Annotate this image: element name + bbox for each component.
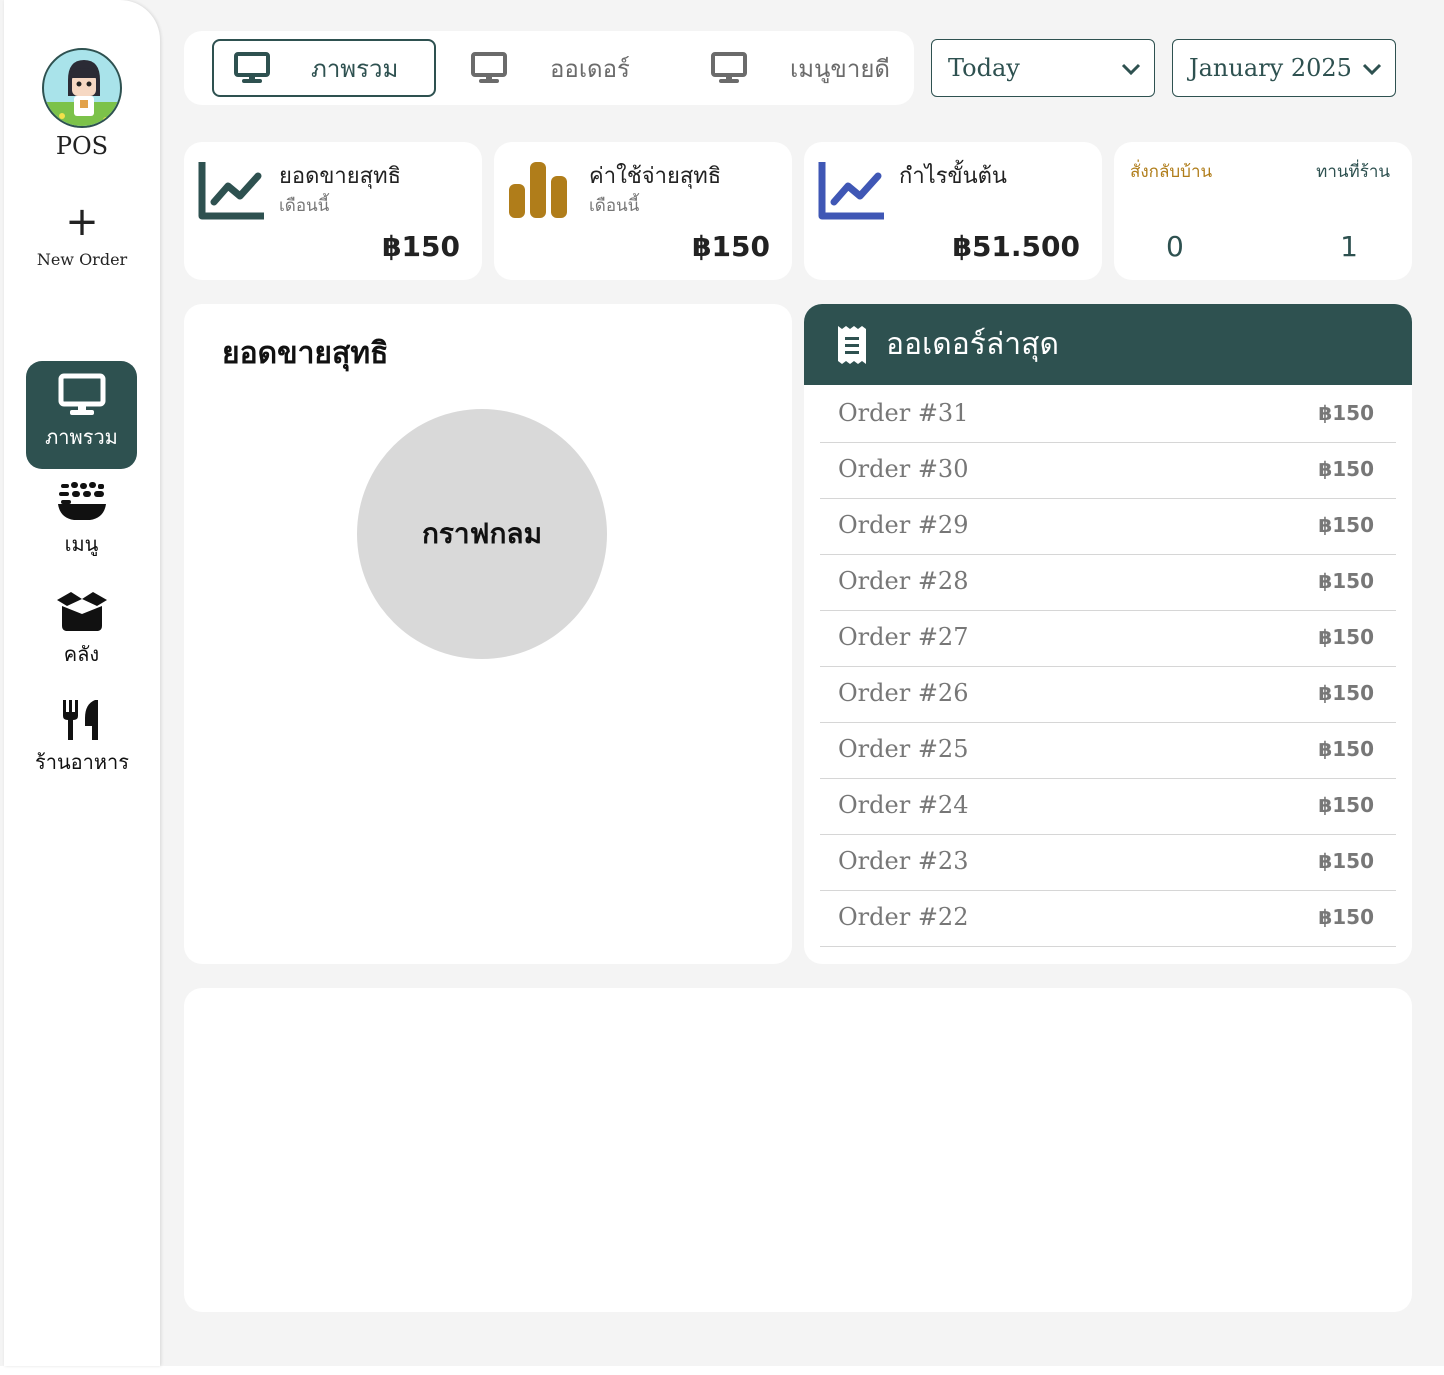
chevron-down-icon: [1362, 63, 1382, 76]
box-open-icon: [56, 592, 107, 631]
sidebar: POS + New Order ภาพรวม เมนู คลัง ร้านอาห…: [4, 0, 160, 1366]
period-select-value: Today: [948, 54, 1020, 82]
stat-subtitle: เดือนนี้: [279, 196, 330, 216]
stat-value: ฿150: [382, 230, 460, 263]
takeaway-count: 0: [1166, 230, 1184, 263]
month-select[interactable]: January 2025: [1172, 39, 1396, 97]
nav-item-label: คลัง: [63, 642, 100, 666]
new-order-label: New Order: [36, 250, 128, 269]
monitor-icon: [711, 52, 747, 83]
order-row[interactable]: Order #22 ฿150: [820, 891, 1396, 947]
tab-orders[interactable]: ออเดอร์: [470, 39, 670, 97]
app: POS + New Order ภาพรวม เมนู คลัง ร้านอาห…: [0, 0, 1444, 1366]
stat-subtitle: เดือนนี้: [589, 196, 640, 216]
order-name: Order #27: [838, 623, 969, 651]
chart-line-icon: [818, 162, 884, 220]
order-name: Order #30: [838, 455, 969, 483]
tab-best-sellers[interactable]: เมนูขายดี: [710, 39, 910, 97]
order-price: ฿150: [1318, 737, 1374, 761]
order-row[interactable]: Order #28 ฿150: [820, 555, 1396, 611]
nav-item-restaurant[interactable]: ร้านอาหาร: [23, 698, 141, 806]
order-name: Order #23: [838, 847, 969, 875]
order-row[interactable]: Order #27 ฿150: [820, 611, 1396, 667]
order-price: ฿150: [1318, 905, 1374, 929]
bottom-panel: [184, 988, 1412, 1312]
chart-bar-icon: [509, 162, 567, 218]
order-name: Order #26: [838, 679, 969, 707]
latest-orders-panel: ออเดอร์ล่าสุด Order #31 ฿150 Order #30 ฿150…: [804, 304, 1412, 964]
chart-line-icon: [198, 162, 264, 220]
nav-item-label: ร้านอาหาร: [34, 750, 130, 774]
stat-card-net-expenses: ค่าใช้จ่ายสุทธิ เดือนนี้ ฿150: [494, 142, 792, 280]
order-price: ฿150: [1318, 569, 1374, 593]
brand-name: POS: [55, 132, 109, 160]
month-select-value: January 2025: [1189, 54, 1352, 82]
order-price: ฿150: [1318, 849, 1374, 873]
tab-label: ออเดอร์: [550, 54, 630, 83]
dine-in-count: 1: [1340, 230, 1358, 263]
order-name: Order #24: [838, 791, 969, 819]
view-tabs: ภาพรวม ออเดอร์ เมนูขายดี: [184, 31, 914, 105]
monitor-icon: [471, 52, 507, 83]
stat-title: ค่าใช้จ่ายสุทธิ: [589, 164, 722, 189]
takeaway-label: สั่งกลับบ้าน: [1130, 162, 1213, 182]
nav-item-inventory[interactable]: คลัง: [26, 590, 137, 698]
order-price: ฿150: [1318, 401, 1374, 425]
order-row[interactable]: Order #29 ฿150: [820, 499, 1396, 555]
order-name: Order #22: [838, 903, 969, 931]
order-price: ฿150: [1318, 793, 1374, 817]
order-price: ฿150: [1318, 457, 1374, 481]
utensils-icon: [63, 700, 98, 740]
order-row[interactable]: Order #25 ฿150: [820, 723, 1396, 779]
panel-title: ยอดขายสุทธิ: [222, 336, 389, 371]
order-name: Order #29: [838, 511, 969, 539]
nav-item-label: เมนู: [64, 532, 99, 556]
tab-label: ภาพรวม: [311, 54, 399, 83]
order-row[interactable]: Order #30 ฿150: [820, 443, 1396, 499]
plus-icon: +: [65, 199, 99, 245]
bowl-food-icon: [57, 482, 106, 520]
orders-title: ออเดอร์ล่าสุด: [886, 327, 1059, 362]
stat-card-order-types: สั่งกลับบ้าน ทานที่ร้าน 0 1: [1114, 142, 1412, 280]
stat-title: กำไรขั้นต้น: [899, 164, 1007, 189]
stat-value: ฿51.500: [952, 230, 1080, 263]
order-row[interactable]: Order #24 ฿150: [820, 779, 1396, 835]
order-name: Order #28: [838, 567, 969, 595]
chevron-down-icon: [1121, 63, 1141, 76]
tab-overview[interactable]: ภาพรวม: [212, 39, 436, 97]
order-row[interactable]: Order #23 ฿150: [820, 835, 1396, 891]
stat-card-net-sales: ยอดขายสุทธิ เดือนนี้ ฿150: [184, 142, 482, 280]
order-name: Order #31: [838, 399, 969, 427]
order-price: ฿150: [1318, 625, 1374, 649]
new-order-button[interactable]: + New Order: [4, 200, 160, 280]
order-row[interactable]: Order #31 ฿150: [820, 387, 1396, 443]
avatar[interactable]: [42, 48, 122, 128]
nav-item-menu[interactable]: เมนู: [26, 480, 137, 588]
net-sales-panel: ยอดขายสุทธิ กราฟกลม: [184, 304, 792, 964]
dine-in-label: ทานที่ร้าน: [1316, 162, 1390, 182]
nav-item-label: ภาพรวม: [45, 425, 118, 449]
nav-item-overview[interactable]: ภาพรวม: [26, 361, 137, 469]
orders-header: ออเดอร์ล่าสุด: [804, 304, 1412, 385]
order-name: Order #25: [838, 735, 969, 763]
pie-chart-placeholder: กราฟกลม: [357, 409, 607, 659]
monitor-icon: [234, 52, 270, 83]
order-price: ฿150: [1318, 513, 1374, 537]
stat-value: ฿150: [692, 230, 770, 263]
stat-title: ยอดขายสุทธิ: [279, 164, 402, 189]
stat-card-gross-profit: กำไรขั้นต้น ฿51.500: [804, 142, 1102, 280]
receipt-icon: [838, 325, 866, 364]
order-price: ฿150: [1318, 681, 1374, 705]
pie-chart-label: กราฟกลม: [421, 517, 543, 550]
monitor-icon: [58, 373, 105, 415]
period-select[interactable]: Today: [931, 39, 1155, 97]
order-row[interactable]: Order #26 ฿150: [820, 667, 1396, 723]
tab-label: เมนูขายดี: [790, 54, 890, 83]
